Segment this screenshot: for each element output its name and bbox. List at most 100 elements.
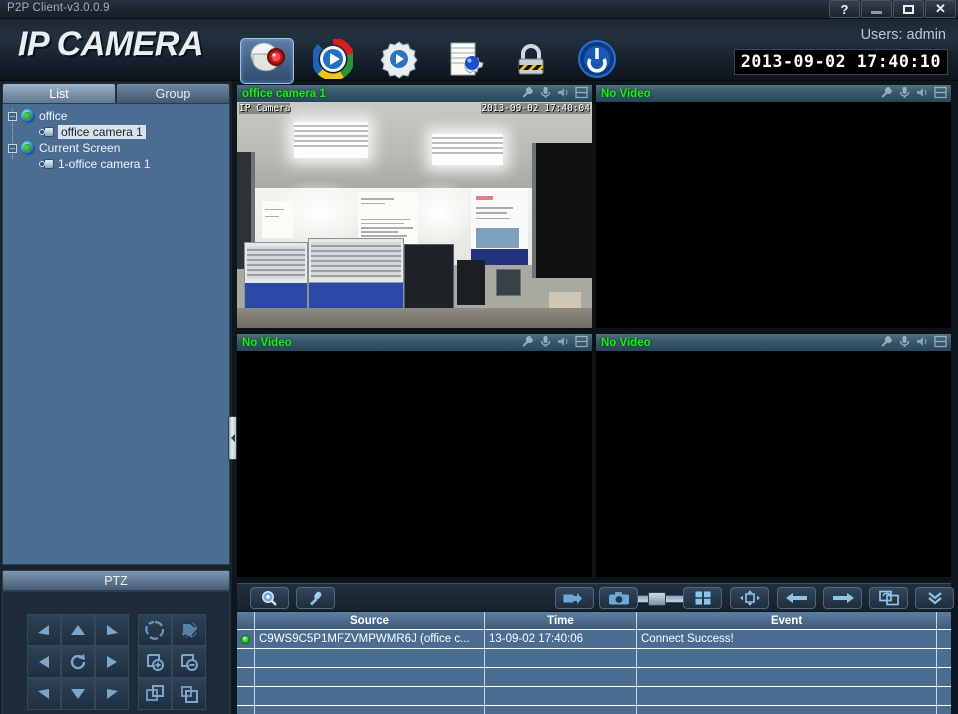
close-button[interactable]: ✕	[925, 0, 956, 18]
snapshot-camera-button[interactable]	[599, 587, 638, 609]
playback-icon-button[interactable]	[306, 37, 360, 84]
scene-doorway	[531, 142, 592, 279]
iris-open-icon	[145, 620, 165, 640]
zoom-search-button[interactable]	[250, 587, 289, 609]
log-column-time[interactable]: Time	[485, 612, 637, 629]
video-surface[interactable]	[237, 351, 592, 577]
log-column-event[interactable]: Event	[637, 612, 937, 629]
volume-slider-knob[interactable]	[648, 592, 666, 606]
microphone-icon[interactable]	[539, 335, 552, 348]
video-pane-4[interactable]: No Video	[596, 334, 951, 577]
ptz-left-button[interactable]	[27, 646, 61, 678]
panel-splitter-handle[interactable]	[228, 416, 237, 460]
settings-gear-icon-button[interactable]	[372, 38, 426, 84]
help-button[interactable]: ?	[829, 0, 860, 18]
arrow-left-icon	[785, 593, 807, 603]
split-screen-icon[interactable]	[575, 335, 588, 348]
device-tree[interactable]: – office office camera 1 – Current Scree…	[2, 103, 230, 565]
minimize-button[interactable]	[861, 0, 892, 18]
power-icon-button[interactable]	[570, 38, 624, 84]
video-pane-header: office camera 1	[237, 85, 592, 102]
focus-near-button[interactable]	[138, 646, 172, 678]
four-split-view-button[interactable]	[683, 587, 722, 609]
arrow-down-left-icon	[38, 689, 49, 699]
tree-node-screen-1-office-camera-1[interactable]: 1-office camera 1	[3, 156, 229, 172]
table-row[interactable]	[237, 687, 951, 706]
full-screen-button[interactable]	[730, 587, 769, 609]
focus-far-button[interactable]	[172, 646, 206, 678]
video-pane-title: office camera 1	[242, 87, 326, 100]
table-row[interactable]	[237, 668, 951, 687]
ptz-auto-scan-button[interactable]	[61, 646, 95, 678]
log-column-spacer	[937, 612, 951, 629]
table-row[interactable]	[237, 649, 951, 668]
video-surface[interactable]: IP Camera 2013-09-02 17:40:04	[237, 102, 592, 328]
expander-icon[interactable]: –	[8, 111, 17, 121]
microphone-icon[interactable]	[898, 335, 911, 348]
playback-icon	[311, 37, 355, 84]
cycle-view-button[interactable]	[869, 587, 908, 609]
zoom-in-button[interactable]	[172, 678, 206, 710]
log-column-source[interactable]: Source	[255, 612, 485, 629]
tree-node-office[interactable]: – office	[3, 108, 229, 124]
wrench-icon[interactable]	[521, 335, 534, 348]
log-column-status[interactable]	[237, 612, 255, 629]
ptz-up-button[interactable]	[61, 614, 95, 646]
speaker-icon[interactable]	[916, 86, 929, 99]
record-video-button[interactable]	[555, 587, 594, 609]
arrow-right-icon	[832, 593, 854, 603]
iris-close-button[interactable]	[172, 614, 206, 646]
table-row[interactable]	[237, 706, 951, 714]
tab-group[interactable]: Group	[116, 83, 230, 103]
lock-icon-button[interactable]	[504, 38, 558, 84]
iris-open-button[interactable]	[138, 614, 172, 646]
video-control-toolbar	[237, 583, 954, 611]
video-surface[interactable]	[596, 102, 951, 328]
tab-list[interactable]: List	[2, 83, 116, 103]
left-panel: List Group – office office camera 1 – Cu…	[0, 81, 232, 714]
log-cell-empty	[237, 668, 255, 686]
scene-ceiling-light	[293, 122, 369, 159]
wrench-icon[interactable]	[880, 335, 893, 348]
ptz-down-left-button[interactable]	[27, 678, 61, 710]
ptz-function-grid	[138, 614, 206, 710]
table-row[interactable]: C9WS9C5P1MFZVMPWMR6J (office c... 13-09-…	[237, 630, 951, 649]
tree-node-office-camera-1[interactable]: office camera 1	[3, 124, 229, 140]
microphone-icon[interactable]	[898, 86, 911, 99]
ptz-up-left-button[interactable]	[27, 614, 61, 646]
speaker-icon[interactable]	[557, 335, 570, 348]
log-config-icon-button[interactable]	[438, 38, 492, 84]
video-surface[interactable]	[596, 351, 951, 577]
zoom-out-button[interactable]	[138, 678, 172, 710]
microphone-icon[interactable]	[539, 86, 552, 99]
split-screen-icon[interactable]	[934, 86, 947, 99]
talk-microphone-button[interactable]	[296, 587, 335, 609]
split-screen-icon[interactable]	[934, 335, 947, 348]
tree-node-label: Current Screen	[39, 141, 121, 155]
tree-node-current-screen[interactable]: – Current Screen	[3, 140, 229, 156]
wrench-icon[interactable]	[880, 86, 893, 99]
event-log-table[interactable]: Source Time Event C9WS9C5P1MFZVMPWMR6J (…	[237, 612, 951, 714]
ptz-section-header[interactable]: PTZ	[2, 570, 230, 591]
video-pane-2[interactable]: No Video	[596, 85, 951, 328]
wrench-icon[interactable]	[521, 86, 534, 99]
camera-icon-button[interactable]	[240, 38, 294, 84]
collapse-panel-button[interactable]	[915, 587, 954, 609]
ptz-down-button[interactable]	[61, 678, 95, 710]
maximize-button[interactable]	[893, 0, 924, 18]
split-screen-icon[interactable]	[575, 86, 588, 99]
scene-monitor	[496, 269, 521, 297]
previous-page-button[interactable]	[777, 587, 816, 609]
zoom-out-icon	[146, 685, 164, 701]
ptz-up-right-button[interactable]	[95, 614, 129, 646]
video-pane-1[interactable]: IP Camera 2013-09-02 17:40:04 office cam…	[237, 85, 592, 328]
globe-icon	[21, 109, 35, 123]
speaker-icon[interactable]	[557, 86, 570, 99]
ptz-down-right-button[interactable]	[95, 678, 129, 710]
next-page-button[interactable]	[823, 587, 862, 609]
speaker-icon[interactable]	[916, 335, 929, 348]
video-pane-3[interactable]: No Video	[237, 334, 592, 577]
expander-icon[interactable]: –	[8, 143, 17, 153]
ptz-right-button[interactable]	[95, 646, 129, 678]
tree-node-label: office	[39, 109, 68, 123]
